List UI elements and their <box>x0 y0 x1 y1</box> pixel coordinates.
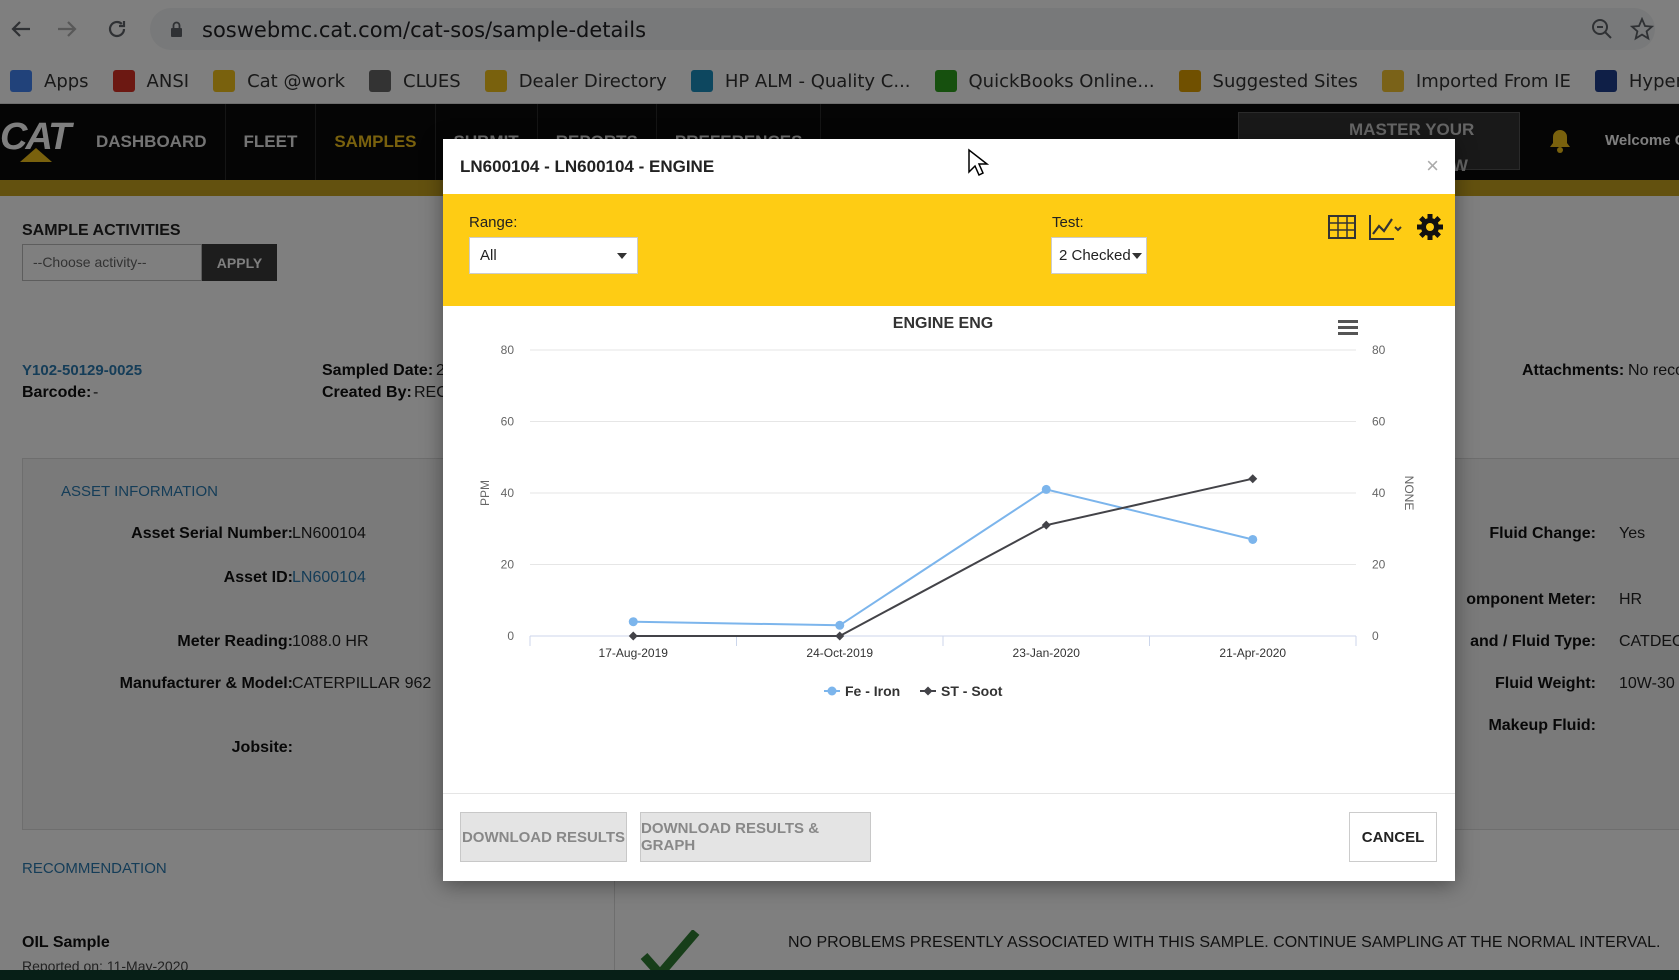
line-chart: ENGINE ENG 0 0 20 20 40 40 60 60 80 80 17-Aug-2019 2… <box>478 315 1416 699</box>
range-select[interactable]: All <box>469 237 638 274</box>
test-select[interactable]: 2 Checked <box>1051 237 1147 274</box>
y-axis-label: PPM <box>478 480 492 506</box>
y-tick-label: 20 <box>501 558 515 572</box>
gear-icon[interactable] <box>1415 212 1445 242</box>
x-tick-label: 24-Oct-2019 <box>806 646 873 660</box>
close-icon[interactable]: × <box>1426 153 1439 179</box>
data-point <box>1248 474 1258 484</box>
range-label: Range: <box>469 214 518 231</box>
data-point <box>1248 534 1258 544</box>
modal-title: LN600104 - LN600104 - ENGINE <box>460 157 715 176</box>
y2-tick-label: 40 <box>1372 486 1386 500</box>
table-view-icon[interactable] <box>1327 212 1357 242</box>
x-tick-label: 21-Apr-2020 <box>1219 646 1286 660</box>
data-point <box>835 620 845 630</box>
chart-menu-icon[interactable] <box>1338 320 1358 335</box>
x-tick-label: 23-Jan-2020 <box>1013 646 1081 660</box>
range-select-value: All <box>480 247 497 264</box>
chart-type-icon[interactable] <box>1367 212 1403 242</box>
y2-tick-label: 0 <box>1372 629 1379 643</box>
cancel-button[interactable]: CANCEL <box>1349 812 1437 862</box>
y2-axis-label: NONE <box>1402 476 1416 511</box>
y2-tick-label: 80 <box>1372 343 1386 357</box>
chevron-down-icon <box>617 253 627 259</box>
download-results-graph-button[interactable]: DOWNLOAD RESULTS & GRAPH <box>640 812 871 862</box>
data-point <box>1041 484 1051 494</box>
y2-tick-label: 20 <box>1372 558 1386 572</box>
modal-footer: DOWNLOAD RESULTS DOWNLOAD RESULTS & GRAP… <box>443 793 1455 881</box>
modal-toolbar: Range: All Test: 2 Checked <box>443 194 1455 306</box>
legend-marker <box>923 686 933 696</box>
data-point <box>1041 520 1051 530</box>
download-results-button[interactable]: DOWNLOAD RESULTS <box>460 812 627 862</box>
y-tick-label: 80 <box>501 343 515 357</box>
y2-tick-label: 60 <box>1372 415 1386 429</box>
test-select-value: 2 Checked <box>1059 247 1131 264</box>
y-tick-label: 0 <box>507 629 514 643</box>
trend-chart-modal: LN600104 - LN600104 - ENGINE × Range: Al… <box>443 139 1455 881</box>
chart-area: ENGINE ENG 0 0 20 20 40 40 60 60 80 80 17-Aug-2019 2… <box>443 306 1455 793</box>
chart-title: ENGINE ENG <box>893 315 993 332</box>
legend-label[interactable]: ST - Soot <box>941 683 1003 699</box>
data-point <box>835 631 845 641</box>
legend-marker <box>827 686 837 696</box>
legend-label[interactable]: Fe - Iron <box>845 683 900 699</box>
x-tick-label: 17-Aug-2019 <box>599 646 669 660</box>
mouse-cursor-icon <box>968 148 989 177</box>
test-label: Test: <box>1052 214 1084 231</box>
data-point <box>628 631 638 641</box>
y-tick-label: 60 <box>501 415 515 429</box>
series-line <box>633 488 1253 627</box>
data-point <box>628 617 638 627</box>
y-tick-label: 40 <box>501 486 515 500</box>
chevron-down-icon <box>1132 253 1142 259</box>
